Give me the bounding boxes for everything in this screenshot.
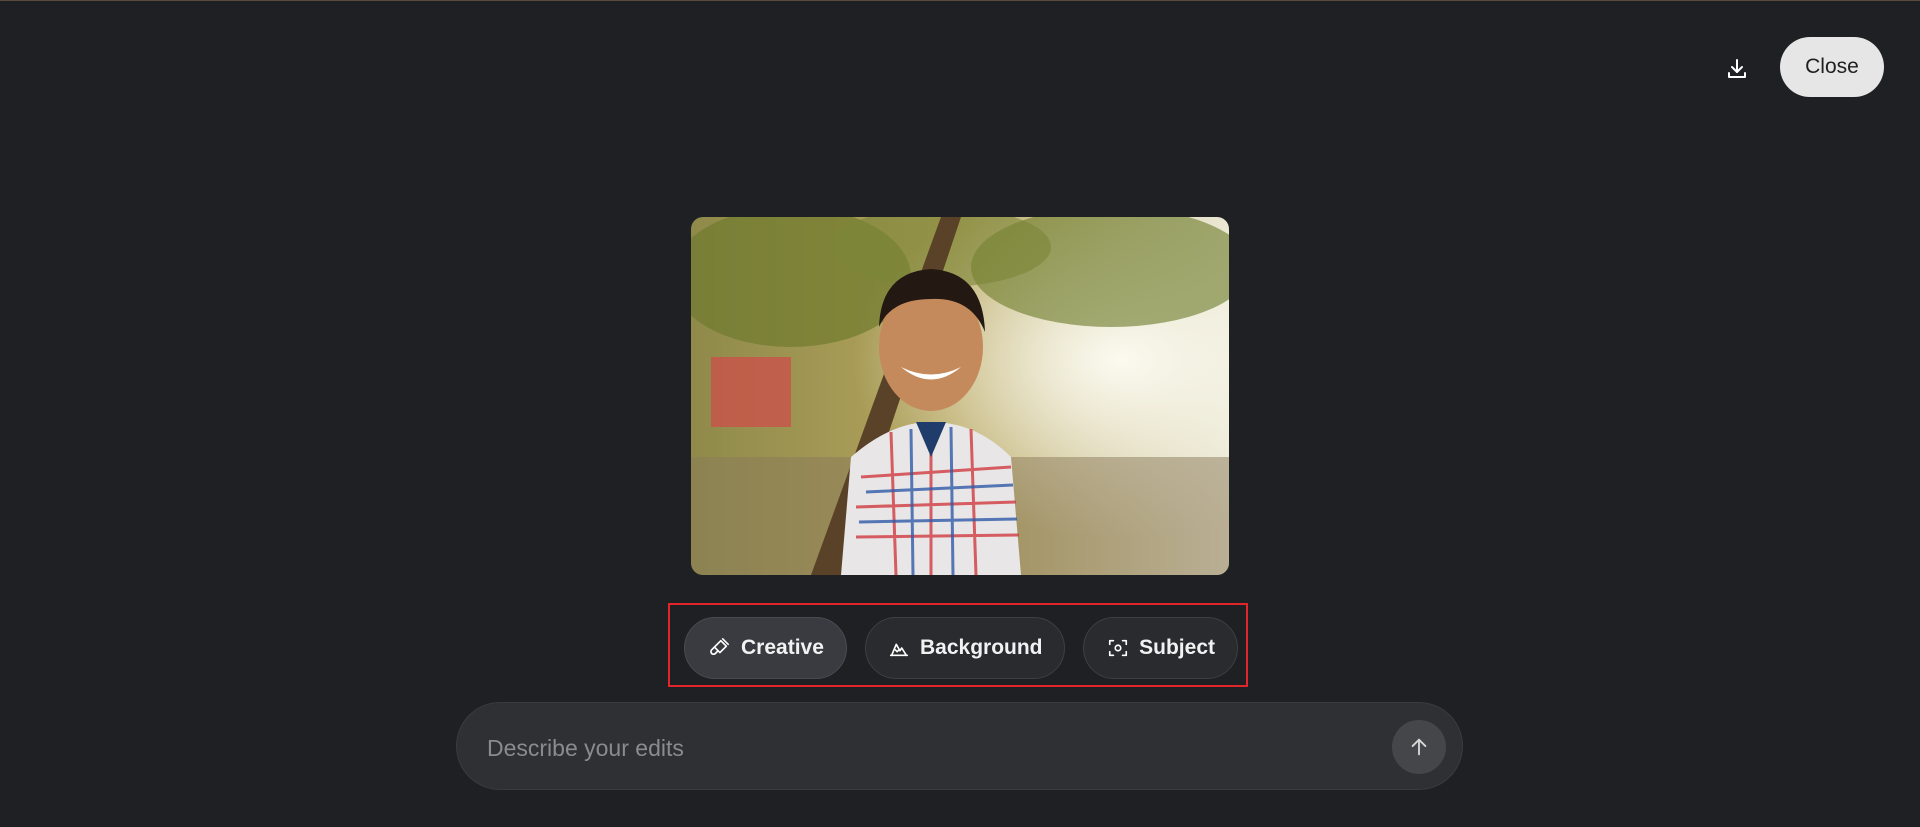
- download-icon: [1728, 59, 1746, 78]
- top-divider: [0, 0, 1920, 1]
- creative-label: Creative: [741, 636, 824, 659]
- background-label: Background: [920, 636, 1043, 659]
- photo-illustration: [691, 217, 1229, 575]
- creative-chip[interactable]: Creative: [684, 617, 847, 679]
- subject-chip[interactable]: Subject: [1083, 617, 1238, 679]
- download-button[interactable]: [1717, 49, 1757, 89]
- describe-edits-input[interactable]: [485, 723, 1349, 773]
- focus-frame-icon: [1106, 636, 1129, 660]
- edit-mode-selector: Creative Background Subject: [668, 603, 1248, 687]
- arrow-up-icon: [1411, 738, 1427, 756]
- paintbrush-icon: [707, 636, 731, 660]
- send-button[interactable]: [1392, 720, 1446, 774]
- edited-photo: [691, 217, 1229, 575]
- image-editor: Close Creative Background Subject Descri…: [0, 0, 1920, 827]
- mountain-icon: [888, 636, 910, 660]
- background-chip[interactable]: Background: [865, 617, 1065, 679]
- subject-label: Subject: [1139, 636, 1215, 659]
- prompt-bar: [456, 702, 1463, 790]
- close-button[interactable]: Close: [1780, 37, 1884, 97]
